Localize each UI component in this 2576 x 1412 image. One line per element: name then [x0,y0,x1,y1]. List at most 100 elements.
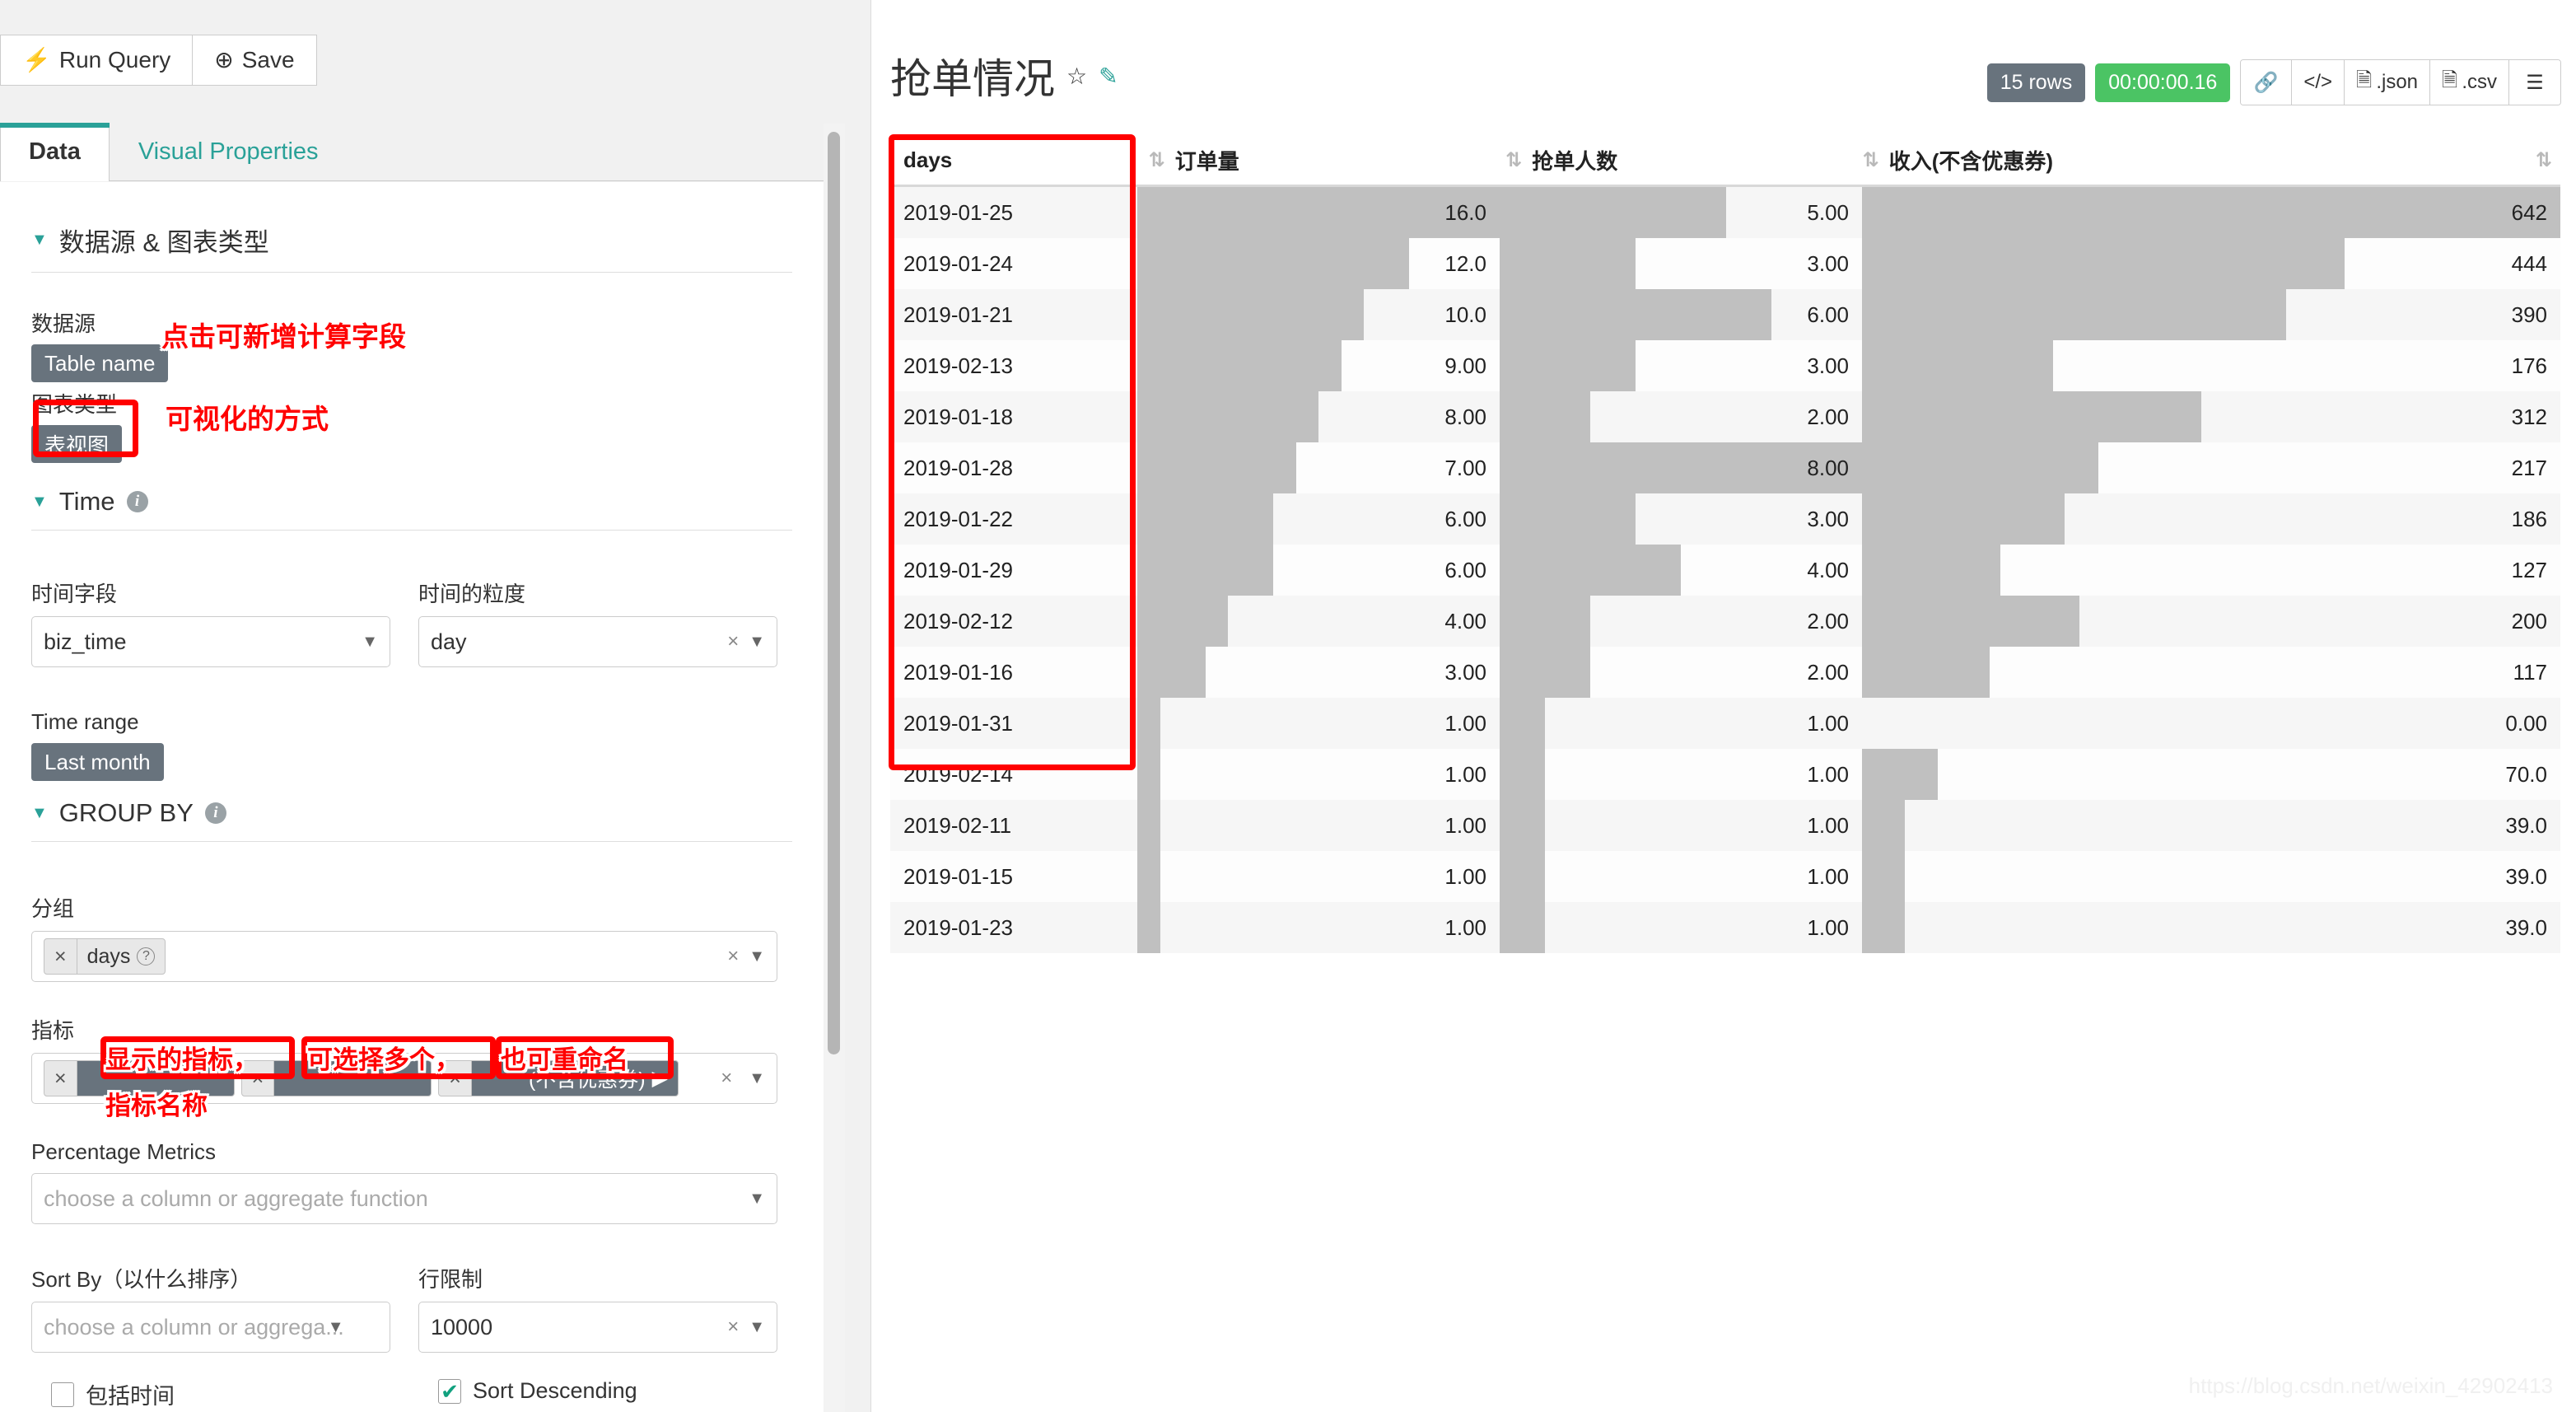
column-header-0[interactable]: days [890,147,1134,173]
cell-收入(不含优惠券): 186 [1862,493,2560,545]
sort-icon[interactable]: ⇅ [2536,148,2552,172]
column-header-1[interactable]: ⇅ 订单量 [1134,145,1491,175]
cell-value: 312 [2511,404,2547,429]
clear-icon[interactable]: × [721,1067,742,1090]
info-icon[interactable]: i [204,802,226,824]
granularity-select[interactable]: day × ▼ [418,616,777,667]
clear-icon[interactable]: × [727,945,749,968]
datasource-label: 数据源 [31,311,96,336]
file-icon: 🗎 [2356,68,2373,91]
tab-data[interactable]: Data [0,123,110,181]
info-icon[interactable]: i [126,491,148,512]
include-time-checkbox-row[interactable]: 包括时间 [51,1378,175,1410]
chevron-down-icon: ▼ [749,1317,765,1336]
cell-days: 2019-01-23 [903,914,1013,940]
bolt-icon: ⚡ [22,47,51,72]
cell-订单量: 6.00 [1137,545,1500,596]
time-field-label: 时间字段 [31,582,118,606]
percentage-metrics-label: Percentage Metrics [31,1139,216,1164]
cell-收入(不含优惠券): 127 [1862,545,2560,596]
time-field-select[interactable]: biz_time ▼ [31,616,390,667]
group-by-select[interactable]: × days ? × ▼ [31,931,777,982]
cell-抢单人数: 4.00 [1500,545,1862,596]
column-header-2[interactable]: ⇅ 抢单人数 [1491,145,1848,175]
section-time-header[interactable]: ▼ Time i [0,487,824,517]
remove-icon[interactable]: × [44,1061,77,1096]
plus-circle-icon: ⊕ [214,47,234,72]
tab-data-label: Data [29,138,81,165]
cell-bar [1500,238,1636,289]
cell-收入(不含优惠券): 312 [1862,391,2560,442]
cell-收入(不含优惠券): 176 [1862,340,2560,391]
code-icon[interactable]: </> [2292,60,2345,105]
cell-value: 7.00 [1444,455,1486,480]
sortby-label: Sort By（以什么排序） [31,1267,252,1292]
sidebar-scrollbar-thumb[interactable] [828,132,840,1054]
annotation-text-3: 可选择多个， [307,1045,460,1074]
csv-export-button[interactable]: 🗎 .csv [2430,60,2509,105]
row-count-badge: 15 rows [1986,63,2086,102]
sort-descending-checkbox-row[interactable]: ✔ Sort Descending [438,1378,637,1404]
cell-bar [1137,800,1160,851]
cell-bar [1862,545,2000,596]
cell-days: 2019-01-18 [903,404,1013,429]
json-export-button[interactable]: 🗎 .json [2345,60,2431,105]
cell-bar [1137,902,1160,953]
cell-收入(不含优惠券): 444 [1862,238,2560,289]
remove-icon[interactable]: × [44,939,77,974]
section-groupby-header[interactable]: ▼ GROUP BY i [0,798,824,828]
time-range-value[interactable]: Last month [31,743,164,781]
chevron-down-icon: ▼ [327,1317,344,1336]
percentage-metrics-select[interactable]: choose a column or aggregate function ▼ [31,1173,777,1224]
sort-icon[interactable]: ⇅ [1505,148,1522,172]
table-body: 2019-01-25 16.0 5.00 642 2019-01-24 12.0 3.00 4… [890,187,2560,953]
group-chip[interactable]: × days ? [44,938,166,975]
sort-icon[interactable]: ⇅ [1863,148,1879,172]
cell-抢单人数: 3.00 [1500,493,1862,545]
cell-value: 1.00 [1444,761,1486,787]
include-time-checkbox[interactable] [51,1382,74,1407]
cell-value: 1.00 [1444,863,1486,889]
cell-value: 8.00 [1807,455,1849,480]
check-icon: ✔ [441,1378,459,1404]
cell-bar [1137,238,1409,289]
star-outline-icon[interactable]: ☆ [1066,63,1087,90]
cell-value: 2.00 [1807,404,1849,429]
edit-pencil-icon[interactable]: ✎ [1099,63,1118,90]
cell-抢单人数: 2.00 [1500,647,1862,698]
granularity-value: day [431,629,467,654]
tab-visual-properties[interactable]: Visual Properties [110,123,348,180]
column-header-sort-trailing[interactable]: ⇅ [2536,148,2560,172]
cell-bar [1862,238,2345,289]
cell-bar [1137,340,1342,391]
cell-收入(不含优惠券): 390 [1862,289,2560,340]
cell-订单量: 9.00 [1137,340,1500,391]
column-header-3[interactable]: ⇅ 收入(不含优惠券) [1848,145,2536,175]
cell-订单量: 3.00 [1137,647,1500,698]
cell-bar [1500,749,1545,800]
cell-bar [1500,698,1545,749]
run-query-button[interactable]: ⚡ Run Query [0,35,193,86]
sort-icon[interactable]: ⇅ [1149,148,1165,172]
menu-icon[interactable]: ☰ [2509,60,2560,105]
table-row: 2019-01-28 7.00 8.00 217 [890,442,2560,493]
expand-icon[interactable]: ▶ [652,1066,668,1091]
sort-descending-checkbox[interactable]: ✔ [438,1378,461,1404]
section-datasource-header[interactable]: ▼ 数据源 & 图表类型 [0,222,824,259]
sortby-select[interactable]: choose a column or aggrega... ▼ [31,1302,390,1353]
charttype-value[interactable]: 表视图 [31,425,123,463]
cell-days: 2019-01-16 [903,659,1013,685]
chevron-down-icon: ▼ [31,231,48,249]
link-icon[interactable]: 🔗 [2241,60,2293,105]
annotation-text-0: 点击可新增计算字段 [161,321,406,352]
clear-icon[interactable]: × [727,630,749,653]
cell-value: 1.00 [1807,761,1849,787]
rowlimit-select[interactable]: 10000 × ▼ [418,1302,777,1353]
cell-days: 2019-01-29 [903,557,1013,582]
datasource-value[interactable]: Table name [31,344,169,382]
cell-收入(不含优惠券): 217 [1862,442,2560,493]
cell-订单量: 1.00 [1137,851,1500,902]
cell-value: 0.00 [2505,710,2547,736]
clear-icon[interactable]: × [727,1316,749,1339]
save-button[interactable]: ⊕ Save [192,35,317,86]
